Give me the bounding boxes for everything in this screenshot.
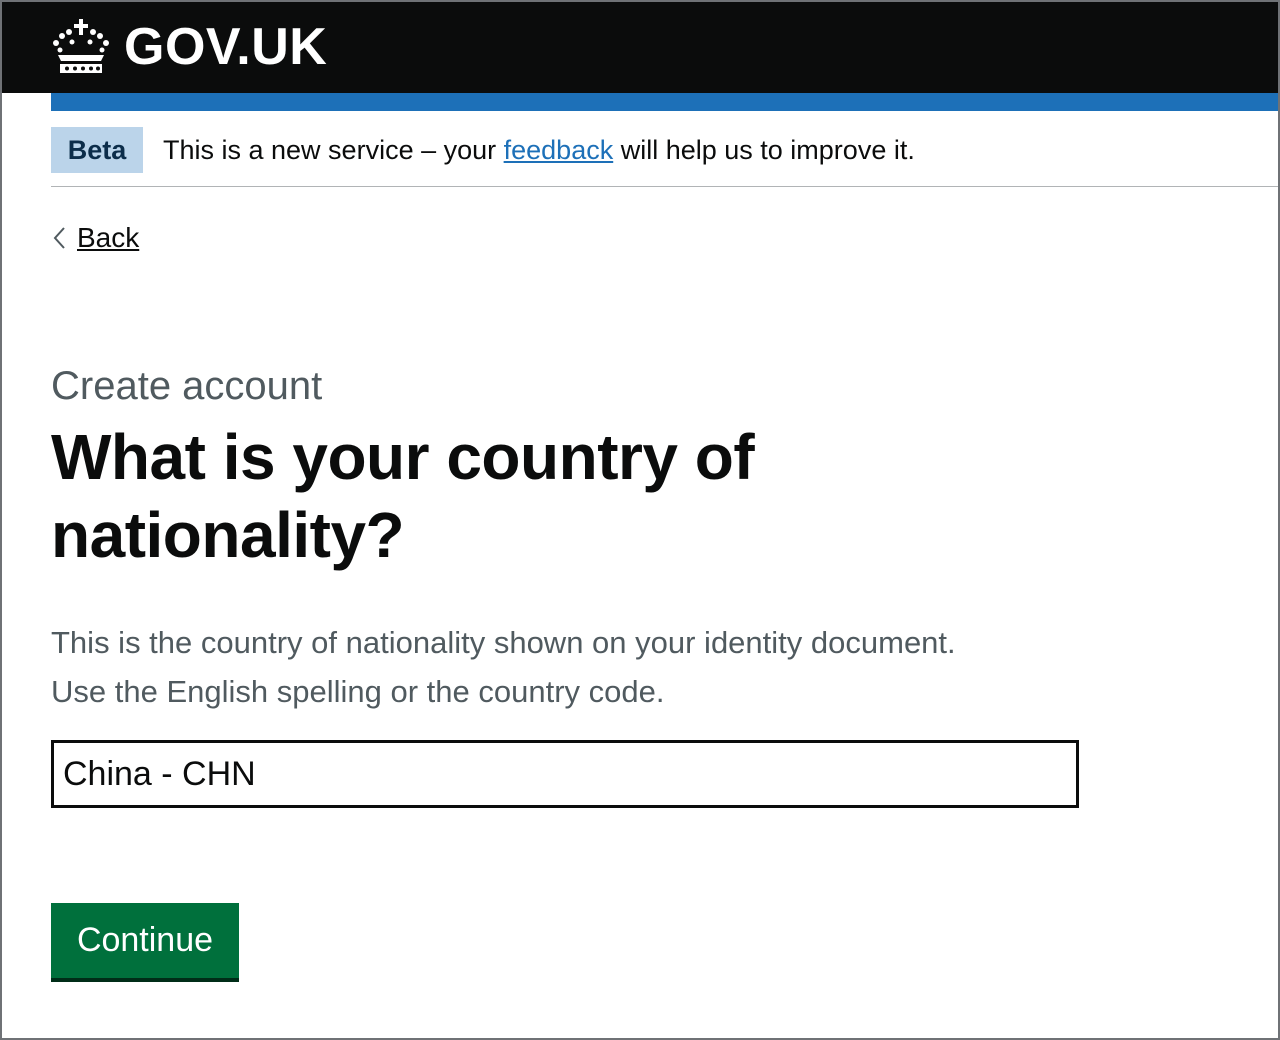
header-blue-underline	[51, 93, 1278, 111]
page-title: What is your country of nationality?	[51, 421, 755, 571]
feedback-link[interactable]: feedback	[504, 135, 614, 165]
phase-banner-divider	[51, 186, 1278, 187]
back-link-label: Back	[77, 222, 140, 253]
page-caption: Create account	[51, 364, 323, 408]
nationality-input[interactable]	[51, 740, 1079, 808]
hint-line-2: Use the English spelling or the country …	[51, 674, 665, 709]
phase-banner-text-after: will help us to improve it.	[613, 135, 915, 165]
beta-tag: Beta	[51, 127, 143, 173]
govuk-logo-text: GOV.UK	[124, 18, 328, 76]
hint-line-1: This is the country of nationality shown…	[51, 625, 956, 660]
phase-banner-text-before: This is a new service – your	[163, 135, 504, 165]
govuk-header: GOV.UK	[2, 2, 1278, 93]
nationality-hint: This is the country of nationality shown…	[51, 618, 1151, 716]
phase-banner-text: This is a new service – your feedback wi…	[163, 127, 915, 173]
phase-banner: Beta This is a new service – your feedba…	[51, 127, 1278, 187]
govuk-logo-link[interactable]: GOV.UK	[50, 12, 327, 82]
crown-icon	[53, 19, 109, 73]
chevron-left-icon	[53, 227, 65, 249]
continue-button[interactable]: Continue	[51, 903, 239, 978]
back-link[interactable]: Back	[51, 218, 139, 258]
